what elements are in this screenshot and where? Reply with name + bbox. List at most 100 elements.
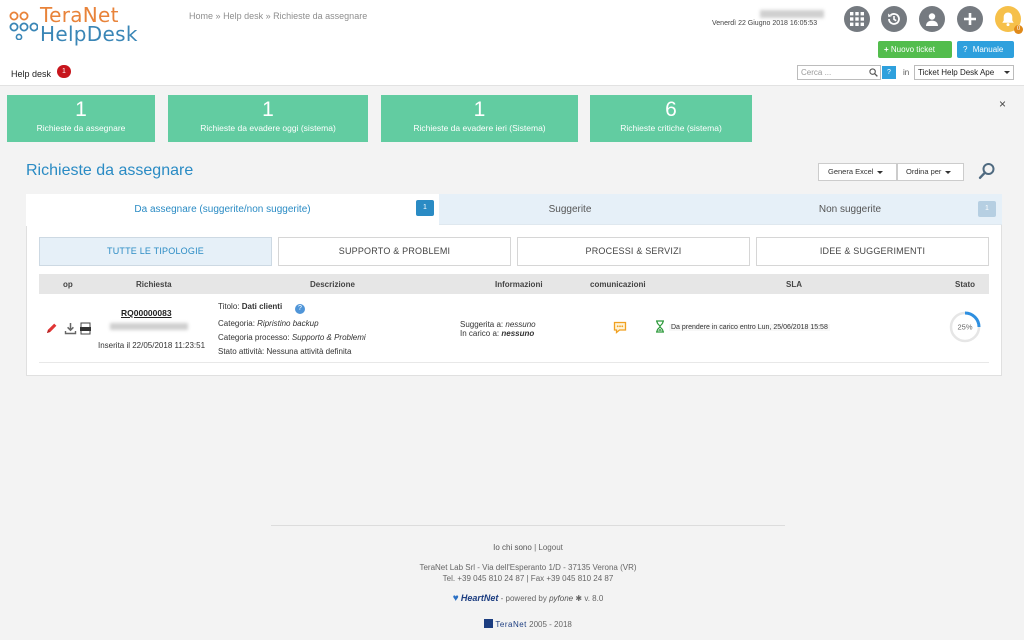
comment-icon[interactable] — [613, 321, 627, 334]
apps-menu-button[interactable] — [844, 6, 870, 32]
new-ticket-button[interactable]: + Nuovo ticket — [878, 41, 952, 58]
stat-card-due-today[interactable]: 1 Richieste da evadere oggi (sistema) — [168, 95, 368, 142]
assigned-value: nessuno — [501, 329, 535, 338]
sort-by-button[interactable]: Ordina per — [897, 163, 964, 181]
tab-not-suggested-badge: 1 — [978, 201, 996, 217]
download-icon[interactable] — [64, 322, 77, 335]
close-icon[interactable]: × — [999, 97, 1006, 111]
info-icon[interactable]: ? — [295, 304, 305, 314]
column-communications: comunicazioni — [590, 280, 646, 289]
teranet-brand: TeraNet — [495, 620, 527, 629]
notifications-count: 0 — [1014, 25, 1023, 34]
page-title: Richieste da assegnare — [26, 162, 194, 179]
suggested-value: nessuno — [505, 320, 536, 329]
category-value: Ripristino backup — [257, 319, 319, 328]
pencil-icon[interactable] — [45, 322, 58, 335]
manual-button[interactable]: ? Manuale — [957, 41, 1014, 58]
process-value: Supporto & Problemi — [291, 333, 366, 342]
footer-divider — [271, 525, 785, 526]
description-process: Categoria processo: Supporto & Problemi — [218, 333, 366, 342]
footer-phone: Tel. +39 045 810 24 87 | Fax +39 045 810… — [442, 574, 614, 583]
search-icon[interactable] — [869, 68, 878, 77]
breadcrumb-separator: » — [265, 11, 271, 21]
stat-value: 1 — [262, 98, 274, 121]
teranet-helpdesk-logo[interactable]: TeraNet HelpDesk — [8, 5, 148, 44]
description-title: Titolo: Dati clienti — [218, 302, 282, 311]
breadcrumb-current: Richieste da assegnare — [273, 11, 368, 21]
about-link[interactable]: Io chi sono — [493, 543, 532, 552]
stat-value: 1 — [75, 98, 87, 121]
tab-suggested[interactable]: Suggerite — [520, 194, 620, 225]
user-profile-button[interactable] — [919, 6, 945, 32]
search-scope-select[interactable]: Ticket Help Desk Ape — [914, 65, 1014, 80]
stat-card-due-yesterday[interactable]: 1 Richieste da evadere ieri (Sistema) — [381, 95, 578, 142]
add-button[interactable] — [957, 6, 983, 32]
activity-value: Nessuna attività definita — [266, 347, 352, 356]
heartnet-brand: HeartNet — [460, 593, 499, 603]
footer-links: Io chi sono | Logout — [271, 543, 785, 552]
search-scope-label: in — [903, 68, 910, 77]
question-icon: ? — [963, 45, 968, 54]
copyright-years: 2005 - 2018 — [529, 620, 572, 629]
title-value: Dati clienti — [241, 302, 283, 311]
breadcrumb-helpdesk[interactable]: Help desk — [223, 11, 263, 21]
teranet-logo-icon — [484, 619, 494, 628]
search-help-button[interactable]: ? — [882, 66, 896, 79]
breadcrumb: Home » Help desk » Richieste da assegnar… — [189, 11, 367, 21]
logout-link[interactable]: Logout — [538, 543, 562, 552]
chevron-down-icon — [877, 170, 884, 174]
request-code-link[interactable]: RQ00000083 — [121, 308, 172, 318]
bell-icon — [1002, 12, 1014, 27]
export-excel-button[interactable]: Genera Excel — [818, 163, 897, 181]
heart-icon: ♥ — [452, 593, 459, 604]
footer-address: TeraNet Lab Srl - Via dell'Esperanto 1/D… — [419, 563, 637, 572]
breadcrumb-home[interactable]: Home — [189, 11, 213, 21]
progress-gauge-label: 25% — [957, 323, 972, 332]
helpdesk-badge: 1 — [57, 65, 71, 78]
current-datetime: Venerdì 22 Giugno 2018 16:05:53 — [712, 20, 818, 27]
new-ticket-label: Nuovo ticket — [890, 45, 935, 54]
tab-not-suggested[interactable]: Non suggerite — [790, 194, 910, 225]
column-sla: SLA — [786, 280, 802, 289]
filter-ideas-suggestions[interactable]: IDEE & SUGGERIMENTI — [756, 237, 989, 266]
version-label: v. 8.0 — [584, 594, 604, 603]
search-icon[interactable] — [978, 162, 996, 180]
stat-value: 1 — [473, 98, 486, 121]
section-helpdesk-label[interactable]: Help desk — [11, 69, 51, 79]
requester-name-redacted — [110, 323, 188, 330]
pyfone-brand: pyfone — [549, 594, 574, 603]
user-icon — [926, 13, 938, 26]
history-button[interactable] — [881, 6, 907, 32]
description-activity: Stato attività: Nessuna attività definit… — [218, 347, 351, 356]
filter-all-types[interactable]: TUTTE LE TIPOLOGIE — [39, 237, 272, 266]
hourglass-icon — [656, 320, 664, 333]
stat-card-to-assign[interactable]: 1 Richieste da assegnare — [7, 95, 155, 142]
column-status: Stato — [955, 280, 975, 289]
plus-icon: + — [884, 45, 889, 54]
logo-icon — [9, 11, 38, 40]
tab-to-assign[interactable]: Da assegnare (suggerite/non suggerite) — [26, 194, 439, 226]
assigned-label: In carico a: — [460, 329, 500, 338]
powered-by-label: - powered by — [500, 594, 547, 603]
pdf-icon[interactable] — [80, 322, 92, 335]
filter-processes-services[interactable]: PROCESSI & SERVIZI — [517, 237, 750, 266]
activity-label: Stato attività: — [218, 347, 265, 356]
tab-to-assign-badge: 1 — [416, 200, 434, 216]
stat-label: Richieste da assegnare — [36, 123, 126, 133]
sort-by-label: Ordina per — [906, 167, 942, 176]
info-assigned: In carico a: nessuno — [460, 329, 534, 338]
chevron-down-icon — [1004, 71, 1010, 74]
stat-label: Richieste da evadere ieri (Sistema) — [413, 123, 546, 133]
title-label: Titolo: — [218, 302, 240, 311]
stat-label: Richieste critiche (sistema) — [620, 123, 722, 133]
user-name-redacted — [760, 10, 824, 18]
stat-card-critical[interactable]: 6 Richieste critiche (sistema) — [590, 95, 752, 142]
stat-value: 6 — [665, 98, 677, 121]
table-header: op Richiesta Descrizione Informazioni co… — [39, 274, 989, 294]
footer-powered-by: ♥ HeartNet - powered by pyfone ✱ v. 8.0 — [271, 593, 785, 604]
info-suggested: Suggerita a: nessuno — [460, 320, 536, 329]
breadcrumb-separator: » — [215, 11, 221, 21]
apps-grid-icon — [850, 12, 864, 26]
description-category: Categoria: Ripristino backup — [218, 319, 319, 328]
filter-support-problems[interactable]: SUPPORTO & PROBLEMI — [278, 237, 511, 266]
